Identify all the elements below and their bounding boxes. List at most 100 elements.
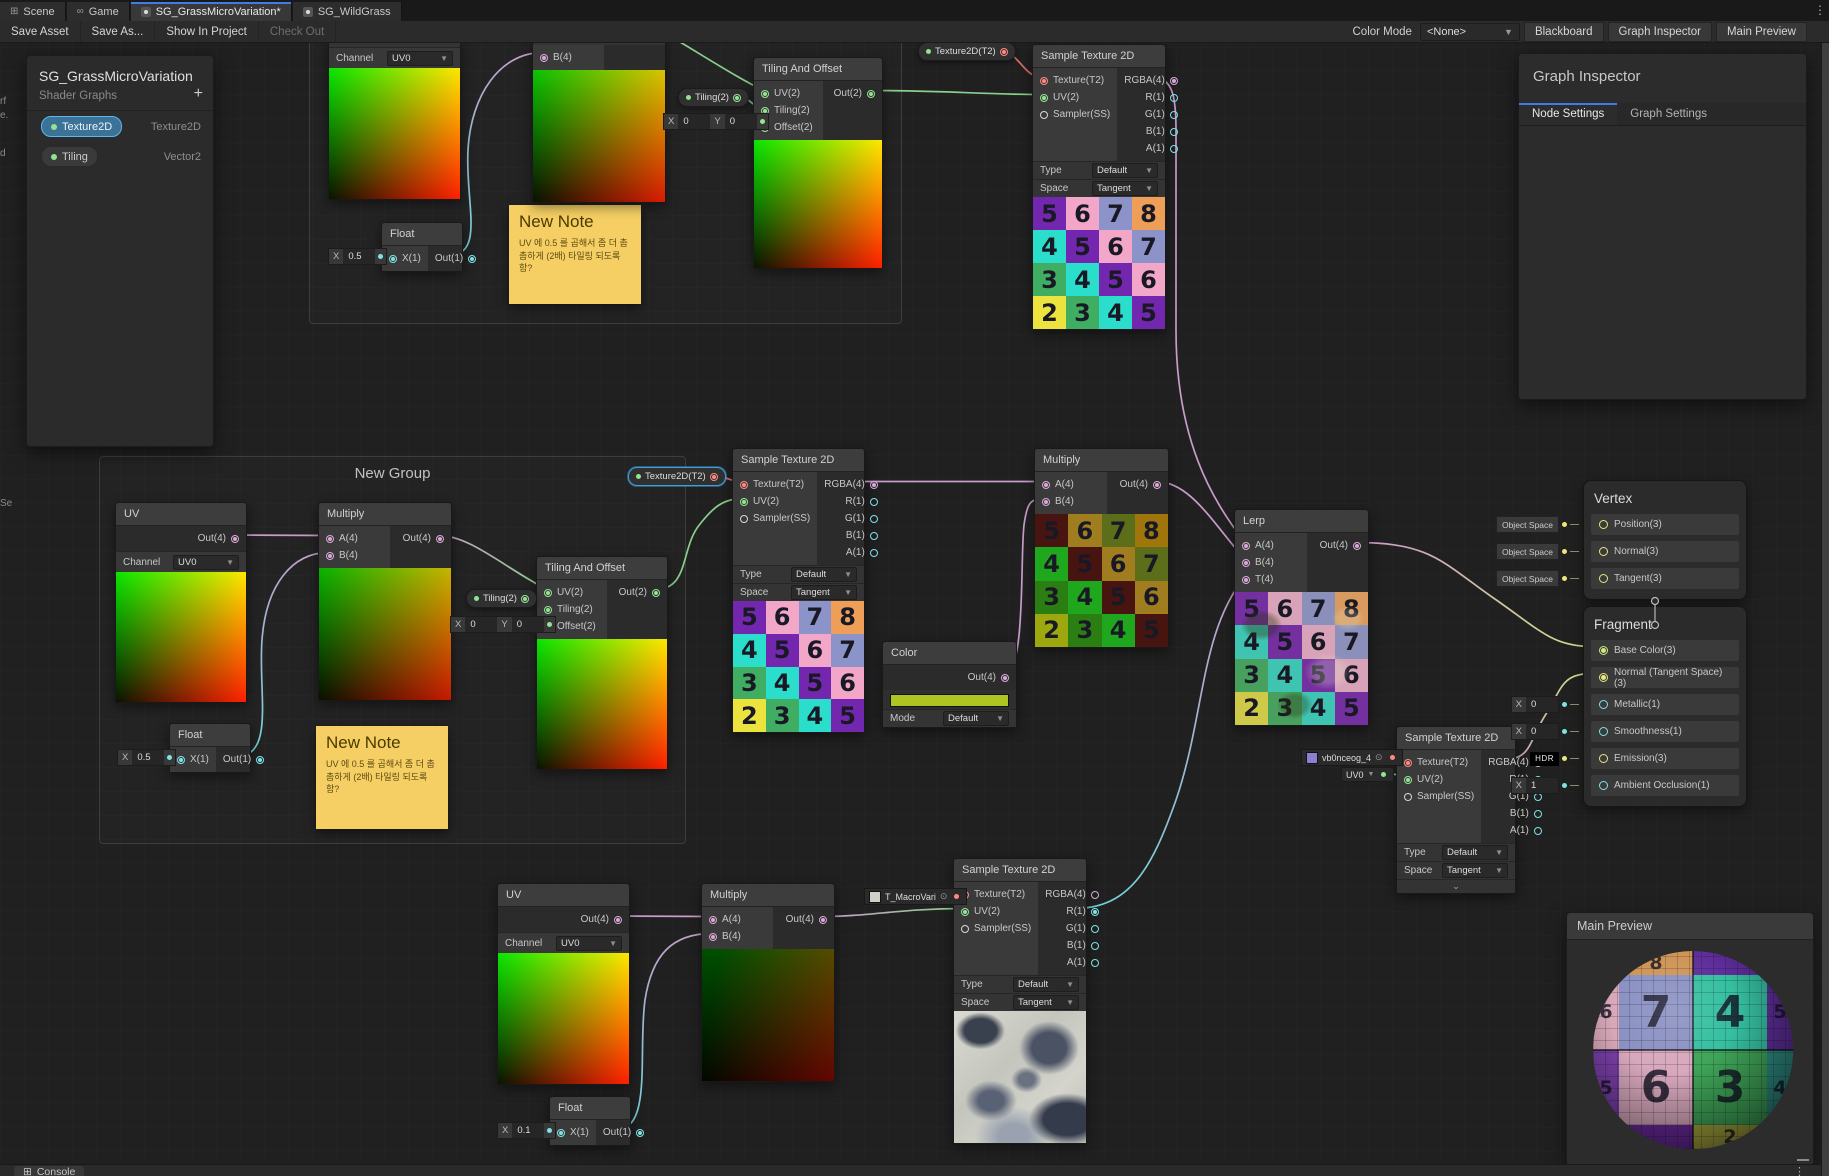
block-row-tangent-3-[interactable]: Tangent(3) Object Space — [1495, 568, 1739, 589]
dropdown[interactable]: UV0 ▼ — [387, 50, 453, 66]
field-value[interactable]: 0.1 — [512, 1123, 545, 1138]
more-icon[interactable]: ⋮ — [1794, 1165, 1805, 1176]
input-port[interactable] — [1040, 93, 1048, 102]
input-port[interactable] — [709, 915, 717, 924]
block-port[interactable] — [1599, 574, 1608, 583]
node-color-node[interactable]: Color Out(4) Mode Default ▼ — [882, 641, 1017, 728]
node-uv-mid[interactable]: UV Out(4) Channel UV0 ▼ — [115, 502, 247, 703]
port-row[interactable]: G(1) — [1038, 920, 1106, 937]
port-row[interactable]: Texture(T2) — [1033, 72, 1117, 89]
port-row[interactable]: Out(4) — [773, 911, 834, 928]
port-row[interactable]: R(1) — [817, 493, 885, 510]
input-port[interactable] — [1040, 76, 1048, 85]
dropdown[interactable]: UV0 ▼ — [556, 935, 622, 951]
float-x-top[interactable]: X 0.5 — [328, 248, 388, 265]
output-port[interactable] — [869, 497, 878, 506]
input-port[interactable] — [544, 605, 552, 614]
port-row[interactable]: Sampler(SS) — [1397, 788, 1481, 805]
node-multiply-right[interactable]: Multiply A(4) B(4) Out(4) 5 6 7 8 4 5 6 7 3 4 5 6 2 3 4 5 — [1034, 448, 1169, 648]
field-value[interactable]: 0 — [511, 617, 544, 632]
wire[interactable] — [617, 932, 713, 1130]
output-port[interactable] — [819, 915, 827, 924]
blackboard-property-texture2d[interactable]: Texture2D Texture2D — [27, 111, 213, 141]
wire[interactable] — [616, 915, 713, 918]
input-port[interactable] — [1242, 575, 1250, 584]
port-row[interactable]: A(1) — [1038, 954, 1106, 971]
input-port[interactable] — [326, 534, 334, 543]
output-port[interactable] — [1533, 826, 1542, 835]
output-port[interactable] — [1169, 93, 1178, 102]
add-property-button[interactable]: + — [194, 86, 203, 102]
port-row[interactable]: A(4) — [319, 530, 390, 547]
node-uv-bottom[interactable]: UV Out(4) Channel UV0 ▼ — [497, 883, 630, 1085]
port-row[interactable]: UV(2) — [537, 584, 607, 601]
node-float-mid[interactable]: Float X(1) Out(1) — [169, 723, 265, 773]
port-row[interactable]: B(1) — [1038, 937, 1106, 954]
port-row[interactable]: Out(4) — [498, 911, 629, 928]
dropdown[interactable]: Default ▼ — [1092, 163, 1158, 178]
dropdown[interactable]: UV0 ▼ — [173, 554, 239, 570]
field-value[interactable]: 0 — [724, 114, 757, 129]
tab-graph-settings[interactable]: Graph Settings — [1617, 103, 1720, 125]
input-port[interactable] — [389, 254, 397, 263]
tab-game[interactable]: ∞ Game — [66, 2, 130, 21]
output-port[interactable] — [468, 254, 477, 263]
node-tao-top[interactable]: Tiling And Offset UV(2) Tiling(2) Offset(2)… — [753, 57, 883, 269]
node-multiply-bottom[interactable]: Multiply A(4) B(4) Out(4) — [701, 883, 835, 1082]
property-pill-texture2d-pill-top[interactable]: Texture2D(T2) — [918, 42, 1016, 61]
default-value-field[interactable]: X1 — [1510, 777, 1559, 794]
wire[interactable] — [821, 907, 965, 918]
block-port[interactable] — [1599, 547, 1608, 556]
port-row[interactable]: X(1) — [550, 1124, 596, 1141]
object-picker-icon[interactable]: ⊙ — [1375, 752, 1383, 763]
field-value[interactable]: 0.5 — [132, 750, 165, 765]
output-port[interactable] — [1090, 941, 1099, 950]
output-port[interactable] — [1169, 110, 1178, 119]
output-port[interactable] — [652, 588, 660, 597]
show-in-project-button[interactable]: Show In Project — [155, 21, 259, 42]
dropdown[interactable]: Tangent ▼ — [1092, 181, 1158, 196]
block-port[interactable] — [1599, 520, 1608, 529]
port-row[interactable]: Out(4) — [1307, 537, 1368, 554]
port-row[interactable]: UV(2) — [1033, 89, 1117, 106]
port-row[interactable]: Out(1) — [596, 1124, 651, 1141]
output-port[interactable] — [1169, 76, 1178, 85]
output-port[interactable] — [869, 480, 878, 489]
port-row[interactable]: Sampler(SS) — [954, 920, 1038, 937]
sticky-note[interactable]: New Note UV 에 0.5 를 곱해서 좀 더 촘촘하게 (2배) 타일링… — [316, 726, 448, 829]
offset-fields-top[interactable]: X0Y0 — [663, 113, 769, 130]
console-tab[interactable]: ⊞ Console — [14, 1166, 85, 1176]
more-icon[interactable]: ⋮ — [1814, 3, 1826, 17]
port-row[interactable]: B(1) — [1481, 805, 1549, 822]
input-port[interactable] — [540, 53, 548, 62]
block-row-position-3-[interactable]: Position(3) Object Space — [1495, 514, 1739, 535]
field-value[interactable]: 0 — [1526, 697, 1558, 712]
port-row[interactable]: B(4) — [533, 49, 604, 66]
input-port[interactable] — [1404, 792, 1412, 801]
output-port[interactable] — [256, 755, 265, 764]
save-as-button[interactable]: Save As... — [81, 21, 156, 42]
main-preview-toggle-button[interactable]: Main Preview — [1715, 21, 1807, 42]
dropdown[interactable]: Default ▼ — [1442, 845, 1508, 860]
node-float-top[interactable]: Float X(1) Out(1) — [381, 222, 477, 272]
port-row[interactable]: UV(2) — [954, 903, 1038, 920]
node-uv-top[interactable]: Channel UV0 ▼ — [328, 40, 461, 200]
port-row[interactable]: Out(1) — [428, 250, 483, 267]
field-value[interactable]: 0 — [1526, 724, 1558, 739]
output-port[interactable] — [1090, 924, 1099, 933]
pill-port[interactable] — [732, 93, 741, 102]
output-port[interactable] — [1169, 144, 1178, 153]
port-row[interactable]: UV(2) — [733, 493, 817, 510]
port-row[interactable]: RGBA(4) — [817, 476, 885, 493]
node-multiply-top[interactable]: B(4) — [532, 38, 666, 203]
port-row[interactable]: Out(2) — [607, 584, 667, 601]
pill-port[interactable] — [520, 594, 529, 603]
node-lerp[interactable]: Lerp A(4) B(4) T(4) Out(4) 5 6 7 8 4 5 6 7 3 4 5 6 2 3 4 5 — [1234, 509, 1369, 726]
block-row-metallic-1-[interactable]: Metallic(1) X 0 — [1510, 694, 1739, 715]
port-row[interactable]: Texture(T2) — [1397, 754, 1481, 771]
block-row-normal-tangent-space-3-[interactable]: Normal (Tangent Space)(3) — [1591, 667, 1739, 689]
port-row[interactable]: G(1) — [1117, 106, 1185, 123]
input-port[interactable] — [557, 1128, 565, 1137]
blackboard-property-tiling[interactable]: Tiling Vector2 — [27, 141, 213, 171]
port-row[interactable]: B(4) — [1235, 554, 1307, 571]
